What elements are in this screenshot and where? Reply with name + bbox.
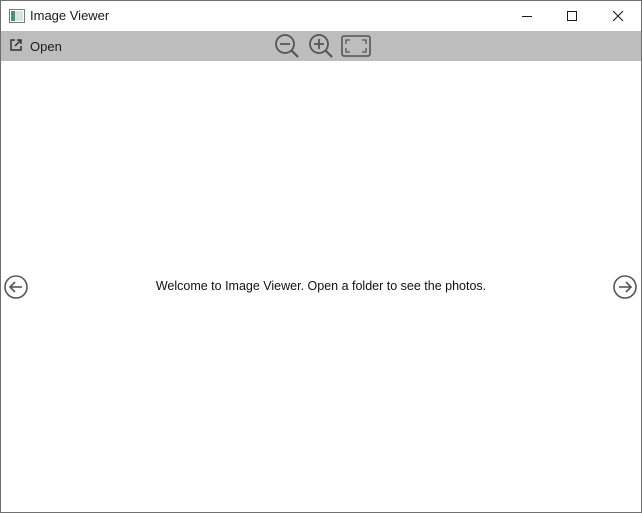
zoom-in-button[interactable] xyxy=(306,32,336,60)
toolbar: Open xyxy=(1,31,641,61)
app-window: Image Viewer Open Welcome to Image Viewe… xyxy=(0,0,642,513)
arrow-right-circle-icon xyxy=(613,275,637,299)
minimize-button[interactable] xyxy=(504,1,550,31)
open-button-label: Open xyxy=(30,39,62,54)
maximize-button[interactable] xyxy=(549,1,595,31)
image-viewer-app-icon xyxy=(9,9,25,23)
next-image-button[interactable] xyxy=(612,274,638,300)
fit-to-window-button[interactable] xyxy=(339,32,373,60)
window-title: Image Viewer xyxy=(30,8,110,23)
zoom-out-icon xyxy=(275,34,299,58)
zoom-out-button[interactable] xyxy=(272,32,302,60)
open-button[interactable]: Open xyxy=(3,33,67,59)
welcome-message: Welcome to Image Viewer. Open a folder t… xyxy=(155,279,487,293)
fit-to-window-icon xyxy=(341,35,371,57)
title-bar[interactable]: Image Viewer xyxy=(1,1,641,31)
close-icon xyxy=(612,10,624,22)
open-external-icon xyxy=(10,39,22,51)
image-display-area[interactable]: Welcome to Image Viewer. Open a folder t… xyxy=(1,61,641,512)
close-button[interactable] xyxy=(595,1,641,31)
minimize-icon xyxy=(522,16,532,17)
zoom-in-icon xyxy=(309,34,333,58)
maximize-icon xyxy=(567,11,577,21)
